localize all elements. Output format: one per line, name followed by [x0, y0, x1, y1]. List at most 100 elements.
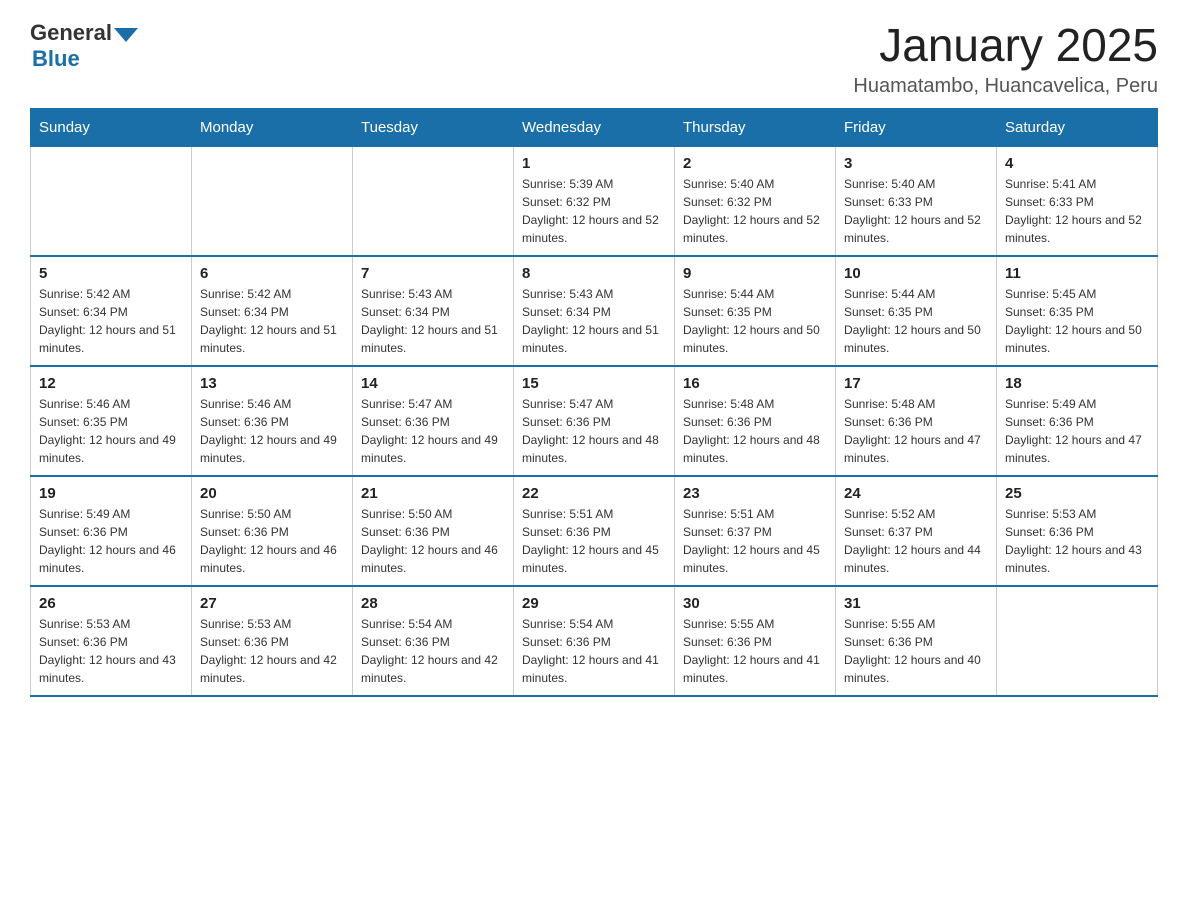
day-info: Sunrise: 5:44 AM Sunset: 6:35 PM Dayligh…	[683, 285, 827, 357]
logo-triangle-icon	[114, 28, 138, 42]
day-info: Sunrise: 5:47 AM Sunset: 6:36 PM Dayligh…	[361, 395, 505, 467]
day-number: 21	[361, 485, 505, 502]
header-day-friday: Friday	[836, 108, 997, 146]
calendar-cell: 1 Sunrise: 5:39 AM Sunset: 6:32 PM Daylig…	[514, 146, 675, 256]
title-section: January 2025 Huamatambo, Huancavelica, P…	[853, 20, 1158, 98]
day-number: 11	[1005, 265, 1149, 282]
calendar-cell: 6 Sunrise: 5:42 AM Sunset: 6:34 PM Daylig…	[192, 256, 353, 366]
day-number: 8	[522, 265, 666, 282]
calendar-cell: 28Sunrise: 5:54 AM Sunset: 6:36 PM Dayli…	[353, 586, 514, 696]
calendar-cell: 5 Sunrise: 5:42 AM Sunset: 6:34 PM Daylig…	[31, 256, 192, 366]
calendar-cell: 16Sunrise: 5:48 AM Sunset: 6:36 PM Dayli…	[675, 366, 836, 476]
day-number: 6	[200, 265, 344, 282]
calendar-cell: 22Sunrise: 5:51 AM Sunset: 6:36 PM Dayli…	[514, 476, 675, 586]
calendar-cell: 24 Sunrise: 5:52 AM Sunset: 6:37 PM Dayli…	[836, 476, 997, 586]
calendar-cell: 19 Sunrise: 5:49 AM Sunset: 6:36 PM Dayli…	[31, 476, 192, 586]
header-day-monday: Monday	[192, 108, 353, 146]
calendar-cell: 18 Sunrise: 5:49 AM Sunset: 6:36 PM Dayli…	[997, 366, 1158, 476]
day-number: 1	[522, 155, 666, 172]
calendar-cell: 26 Sunrise: 5:53 AM Sunset: 6:36 PM Dayli…	[31, 586, 192, 696]
day-number: 2	[683, 155, 827, 172]
day-info: Sunrise: 5:48 AM Sunset: 6:36 PM Dayligh…	[844, 395, 988, 467]
calendar-cell: 27 Sunrise: 5:53 AM Sunset: 6:36 PM Dayli…	[192, 586, 353, 696]
day-number: 5	[39, 265, 183, 282]
calendar-cell: 29Sunrise: 5:54 AM Sunset: 6:36 PM Dayli…	[514, 586, 675, 696]
calendar-cell: 4 Sunrise: 5:41 AM Sunset: 6:33 PM Daylig…	[997, 146, 1158, 256]
calendar-body: 1 Sunrise: 5:39 AM Sunset: 6:32 PM Daylig…	[31, 146, 1158, 696]
calendar-cell	[997, 586, 1158, 696]
calendar-cell	[353, 146, 514, 256]
calendar-cell: 17 Sunrise: 5:48 AM Sunset: 6:36 PM Dayli…	[836, 366, 997, 476]
week-row-3: 12 Sunrise: 5:46 AM Sunset: 6:35 PM Dayli…	[31, 366, 1158, 476]
day-info: Sunrise: 5:55 AM Sunset: 6:36 PM Dayligh…	[683, 615, 827, 687]
day-info: Sunrise: 5:39 AM Sunset: 6:32 PM Dayligh…	[522, 175, 666, 247]
day-number: 22	[522, 485, 666, 502]
page-header: General Blue January 2025 Huamatambo, Hu…	[30, 20, 1158, 98]
day-info: Sunrise: 5:51 AM Sunset: 6:37 PM Dayligh…	[683, 505, 827, 577]
logo-blue: Blue	[32, 46, 138, 72]
day-info: Sunrise: 5:42 AM Sunset: 6:34 PM Dayligh…	[200, 285, 344, 357]
calendar-cell: 14 Sunrise: 5:47 AM Sunset: 6:36 PM Dayli…	[353, 366, 514, 476]
calendar-cell: 12 Sunrise: 5:46 AM Sunset: 6:35 PM Dayli…	[31, 366, 192, 476]
day-number: 24	[844, 485, 988, 502]
day-info: Sunrise: 5:43 AM Sunset: 6:34 PM Dayligh…	[522, 285, 666, 357]
day-number: 25	[1005, 485, 1149, 502]
calendar-cell: 8 Sunrise: 5:43 AM Sunset: 6:34 PM Daylig…	[514, 256, 675, 366]
calendar-header: SundayMondayTuesdayWednesdayThursdayFrid…	[31, 108, 1158, 146]
day-info: Sunrise: 5:52 AM Sunset: 6:37 PM Dayligh…	[844, 505, 988, 577]
day-number: 19	[39, 485, 183, 502]
month-title: January 2025	[853, 20, 1158, 71]
day-info: Sunrise: 5:49 AM Sunset: 6:36 PM Dayligh…	[39, 505, 183, 577]
header-day-thursday: Thursday	[675, 108, 836, 146]
day-number: 9	[683, 265, 827, 282]
calendar-cell: 9 Sunrise: 5:44 AM Sunset: 6:35 PM Daylig…	[675, 256, 836, 366]
week-row-2: 5 Sunrise: 5:42 AM Sunset: 6:34 PM Daylig…	[31, 256, 1158, 366]
day-number: 29	[522, 595, 666, 612]
day-number: 18	[1005, 375, 1149, 392]
day-number: 17	[844, 375, 988, 392]
day-info: Sunrise: 5:50 AM Sunset: 6:36 PM Dayligh…	[361, 505, 505, 577]
calendar-cell: 20 Sunrise: 5:50 AM Sunset: 6:36 PM Dayli…	[192, 476, 353, 586]
day-number: 28	[361, 595, 505, 612]
calendar-cell: 2 Sunrise: 5:40 AM Sunset: 6:32 PM Daylig…	[675, 146, 836, 256]
header-day-tuesday: Tuesday	[353, 108, 514, 146]
day-number: 20	[200, 485, 344, 502]
logo-general: General	[30, 20, 112, 46]
day-info: Sunrise: 5:46 AM Sunset: 6:35 PM Dayligh…	[39, 395, 183, 467]
day-number: 14	[361, 375, 505, 392]
day-info: Sunrise: 5:41 AM Sunset: 6:33 PM Dayligh…	[1005, 175, 1149, 247]
calendar-cell	[31, 146, 192, 256]
week-row-5: 26 Sunrise: 5:53 AM Sunset: 6:36 PM Dayli…	[31, 586, 1158, 696]
day-info: Sunrise: 5:53 AM Sunset: 6:36 PM Dayligh…	[200, 615, 344, 687]
calendar-table: SundayMondayTuesdayWednesdayThursdayFrid…	[30, 108, 1158, 697]
day-info: Sunrise: 5:40 AM Sunset: 6:33 PM Dayligh…	[844, 175, 988, 247]
calendar-cell: 23 Sunrise: 5:51 AM Sunset: 6:37 PM Dayli…	[675, 476, 836, 586]
day-number: 26	[39, 595, 183, 612]
week-row-4: 19 Sunrise: 5:49 AM Sunset: 6:36 PM Dayli…	[31, 476, 1158, 586]
logo: General Blue	[30, 20, 138, 72]
day-info: Sunrise: 5:55 AM Sunset: 6:36 PM Dayligh…	[844, 615, 988, 687]
header-day-sunday: Sunday	[31, 108, 192, 146]
day-info: Sunrise: 5:53 AM Sunset: 6:36 PM Dayligh…	[39, 615, 183, 687]
day-info: Sunrise: 5:53 AM Sunset: 6:36 PM Dayligh…	[1005, 505, 1149, 577]
day-info: Sunrise: 5:50 AM Sunset: 6:36 PM Dayligh…	[200, 505, 344, 577]
calendar-cell: 21 Sunrise: 5:50 AM Sunset: 6:36 PM Dayli…	[353, 476, 514, 586]
calendar-cell: 10Sunrise: 5:44 AM Sunset: 6:35 PM Dayli…	[836, 256, 997, 366]
calendar-cell: 13Sunrise: 5:46 AM Sunset: 6:36 PM Dayli…	[192, 366, 353, 476]
calendar-cell: 25 Sunrise: 5:53 AM Sunset: 6:36 PM Dayli…	[997, 476, 1158, 586]
day-info: Sunrise: 5:42 AM Sunset: 6:34 PM Dayligh…	[39, 285, 183, 357]
day-info: Sunrise: 5:47 AM Sunset: 6:36 PM Dayligh…	[522, 395, 666, 467]
day-number: 12	[39, 375, 183, 392]
calendar-cell	[192, 146, 353, 256]
calendar-cell: 7Sunrise: 5:43 AM Sunset: 6:34 PM Daylig…	[353, 256, 514, 366]
calendar-cell: 31Sunrise: 5:55 AM Sunset: 6:36 PM Dayli…	[836, 586, 997, 696]
day-info: Sunrise: 5:48 AM Sunset: 6:36 PM Dayligh…	[683, 395, 827, 467]
day-info: Sunrise: 5:49 AM Sunset: 6:36 PM Dayligh…	[1005, 395, 1149, 467]
day-number: 4	[1005, 155, 1149, 172]
calendar-cell: 11Sunrise: 5:45 AM Sunset: 6:35 PM Dayli…	[997, 256, 1158, 366]
day-number: 27	[200, 595, 344, 612]
day-number: 13	[200, 375, 344, 392]
day-info: Sunrise: 5:40 AM Sunset: 6:32 PM Dayligh…	[683, 175, 827, 247]
day-number: 3	[844, 155, 988, 172]
day-number: 23	[683, 485, 827, 502]
